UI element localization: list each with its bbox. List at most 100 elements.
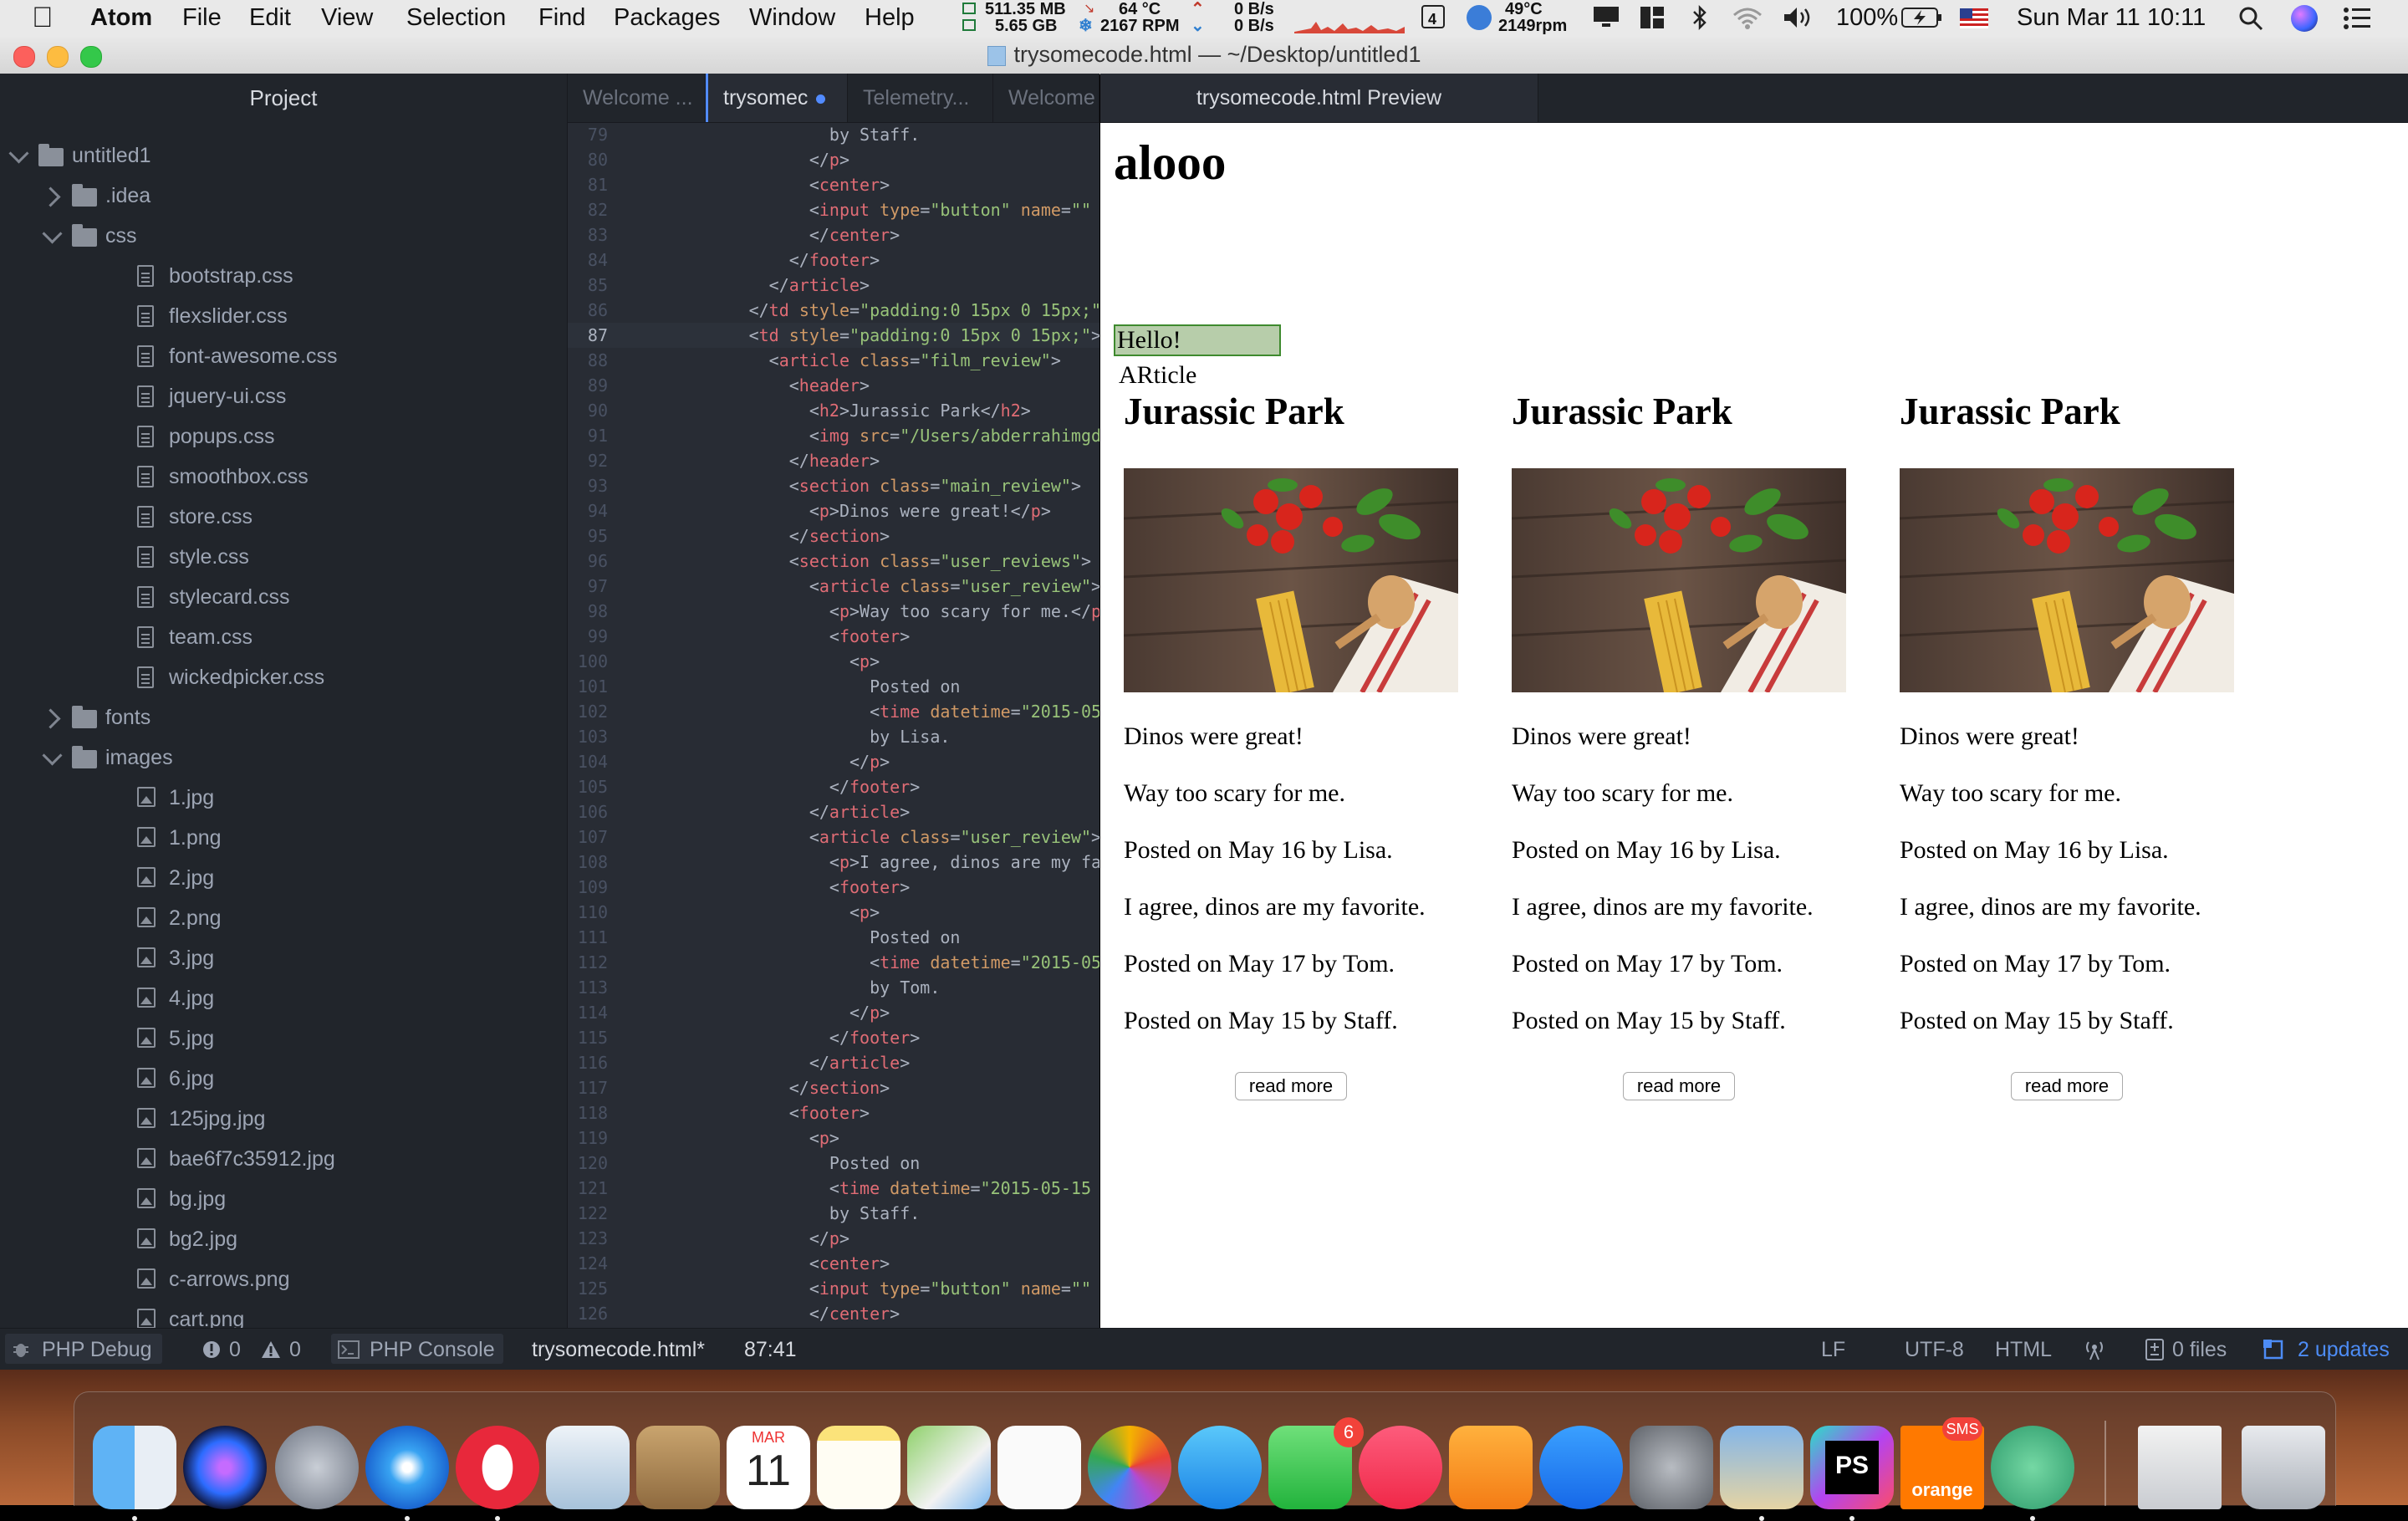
window-layout-icon[interactable] [1639,5,1666,37]
clock[interactable]: Sun Mar 11 10:11 [2017,4,2206,32]
code-area[interactable]: 79 by Staff. 80 </p> 81 <center> 82 <input … [568,122,1099,1328]
battery-percent[interactable]: 100% [1836,4,1898,32]
tree-file-style-css[interactable]: style.css [0,537,567,577]
menu-help[interactable]: Help [865,4,915,32]
code-line[interactable]: 86 </td style="padding:0 15px 0 15px;"> [568,298,1099,323]
code-line[interactable]: 109 <footer> [568,875,1099,900]
safari-icon[interactable] [365,1426,449,1509]
status-file-name[interactable]: trysomecode.html* [532,1338,705,1362]
code-line[interactable]: 126 </center> [568,1301,1099,1326]
tree-file-smoothbox-css[interactable]: smoothbox.css [0,457,567,497]
code-line[interactable]: 90 <h2>Jurassic Park</h2> [568,398,1099,423]
code-line[interactable]: 121 <time datetime="2015-05-15 19:0 [568,1176,1099,1201]
code-line[interactable]: 88 <article class="film_review"> [568,348,1099,373]
menu-view[interactable]: View [321,4,373,32]
tree-file-1-jpg[interactable]: 1.jpg [0,778,567,818]
contacts-icon[interactable] [636,1426,720,1509]
menu-find[interactable]: Find [538,4,585,32]
code-line[interactable]: 92 </header> [568,448,1099,473]
tree-file-6-jpg[interactable]: 6.jpg [0,1059,567,1099]
code-line[interactable]: 119 <p> [568,1125,1099,1151]
code-line[interactable]: 124 <center> [568,1251,1099,1276]
code-line[interactable]: 93 <section class="main_review"> [568,473,1099,498]
tree-folder-fonts[interactable]: fonts [0,697,567,738]
menu-selection[interactable]: Selection [406,4,506,32]
tree-file-store-css[interactable]: store.css [0,497,567,537]
menu-edit[interactable]: Edit [249,4,291,32]
tree-file-bae6f7c35912-jpg[interactable]: bae6f7c35912.jpg [0,1139,567,1179]
trash-icon[interactable] [2242,1426,2325,1509]
code-line[interactable]: 100 <p> [568,649,1099,674]
reminders-icon[interactable] [997,1426,1081,1509]
code-line[interactable]: 107 <article class="user_review"> [568,824,1099,850]
tab-welcome[interactable]: Welcome ... [568,74,706,122]
tree-file-5-jpg[interactable]: 5.jpg [0,1018,567,1059]
opera-icon[interactable] [456,1426,539,1509]
tree-file-125jpg-jpg[interactable]: 125jpg.jpg [0,1099,567,1139]
tree-folder-images[interactable]: images [0,738,567,778]
maps-icon[interactable] [907,1426,991,1509]
code-line[interactable]: 80 </p> [568,147,1099,172]
tab-welcome-guide[interactable]: Welcome [993,74,1099,122]
volume-icon[interactable] [1783,5,1814,37]
error-count[interactable]: 0 [229,1338,241,1362]
tree-file-1-png[interactable]: 1.png [0,818,567,858]
php-document-icon[interactable] [2138,1426,2222,1509]
tree-file-4-jpg[interactable]: 4.jpg [0,978,567,1018]
apple-icon[interactable]:  [32,2,54,34]
preview-app-icon[interactable] [1720,1426,1803,1509]
code-line[interactable]: 102 <time datetime="2015-05-16 [568,699,1099,724]
code-line[interactable]: 79 by Staff. [568,122,1099,147]
siri-icon[interactable] [2291,5,2318,32]
code-line[interactable]: 117 </section> [568,1075,1099,1100]
siri-app-icon[interactable] [183,1426,267,1509]
code-editor[interactable]: Welcome ... trysomec Telemetry... Welcom… [568,74,1099,1328]
tree-file-popups-css[interactable]: popups.css [0,416,567,457]
tab-trysomecode[interactable]: trysomec [706,74,848,122]
code-line[interactable]: 84 </footer> [568,248,1099,273]
tree-file-stylecard-css[interactable]: stylecard.css [0,577,567,617]
bluetooth-icon[interactable] [1691,3,1709,38]
messages-icon[interactable] [1178,1426,1262,1509]
grammar-selector[interactable]: HTML [1995,1338,2052,1362]
code-line[interactable]: 104 </p> [568,749,1099,774]
atom-app-icon[interactable] [1991,1426,2074,1509]
code-line[interactable]: 82 <input type="button" name="" valu [568,197,1099,222]
code-line[interactable]: 118 <footer> [568,1100,1099,1125]
tree-file-wickedpicker-css[interactable]: wickedpicker.css [0,657,567,697]
code-line[interactable]: 81 <center> [568,172,1099,197]
menu-window[interactable]: Window [749,4,835,32]
code-line[interactable]: 122 by Staff. [568,1201,1099,1226]
phpstorm-icon[interactable]: PS [1810,1426,1894,1509]
us-flag-icon[interactable] [1960,8,1988,35]
code-line[interactable]: 116 </article> [568,1050,1099,1075]
chevron-down-icon[interactable] [42,745,63,766]
notes-icon[interactable] [817,1426,900,1509]
code-line[interactable]: 110 <p> [568,900,1099,925]
chevron-right-icon[interactable] [40,186,61,207]
tree-file-c-arrows-png[interactable]: c-arrows.png [0,1259,567,1299]
notification-center-icon[interactable] [2343,7,2371,37]
tree-folder-css[interactable]: css [0,216,567,256]
broadcast-icon[interactable] [2082,1339,2107,1366]
code-line[interactable]: 114 </p> [568,1000,1099,1025]
package-updates[interactable]: 2 updates [2298,1338,2390,1362]
code-line[interactable]: 94 <p>Dinos were great!</p> [568,498,1099,523]
tree-file-bg-jpg[interactable]: bg.jpg [0,1179,567,1219]
tree-file-3-jpg[interactable]: 3.jpg [0,938,567,978]
battery-icon[interactable] [1901,7,1943,35]
code-line[interactable]: 123 </p> [568,1226,1099,1251]
code-line[interactable]: 108 <p>I agree, dinos are my favori [568,850,1099,875]
code-line[interactable]: 106 </article> [568,799,1099,824]
tree-file-cart-png[interactable]: cart.png [0,1299,567,1328]
photos-icon[interactable] [1088,1426,1171,1509]
system-preferences-icon[interactable] [1630,1426,1713,1509]
code-line[interactable]: 101 Posted on [568,674,1099,699]
code-line[interactable]: 99 <footer> [568,624,1099,649]
code-line[interactable]: 91 <img src="/Users/abderrahimgdah/D [568,423,1099,448]
code-line[interactable]: 113 by Tom. [568,975,1099,1000]
code-line[interactable]: 111 Posted on [568,925,1099,950]
read-more-button[interactable]: read more [2011,1072,2123,1100]
chevron-down-icon[interactable] [8,143,29,164]
code-line[interactable]: 85 </article> [568,273,1099,298]
